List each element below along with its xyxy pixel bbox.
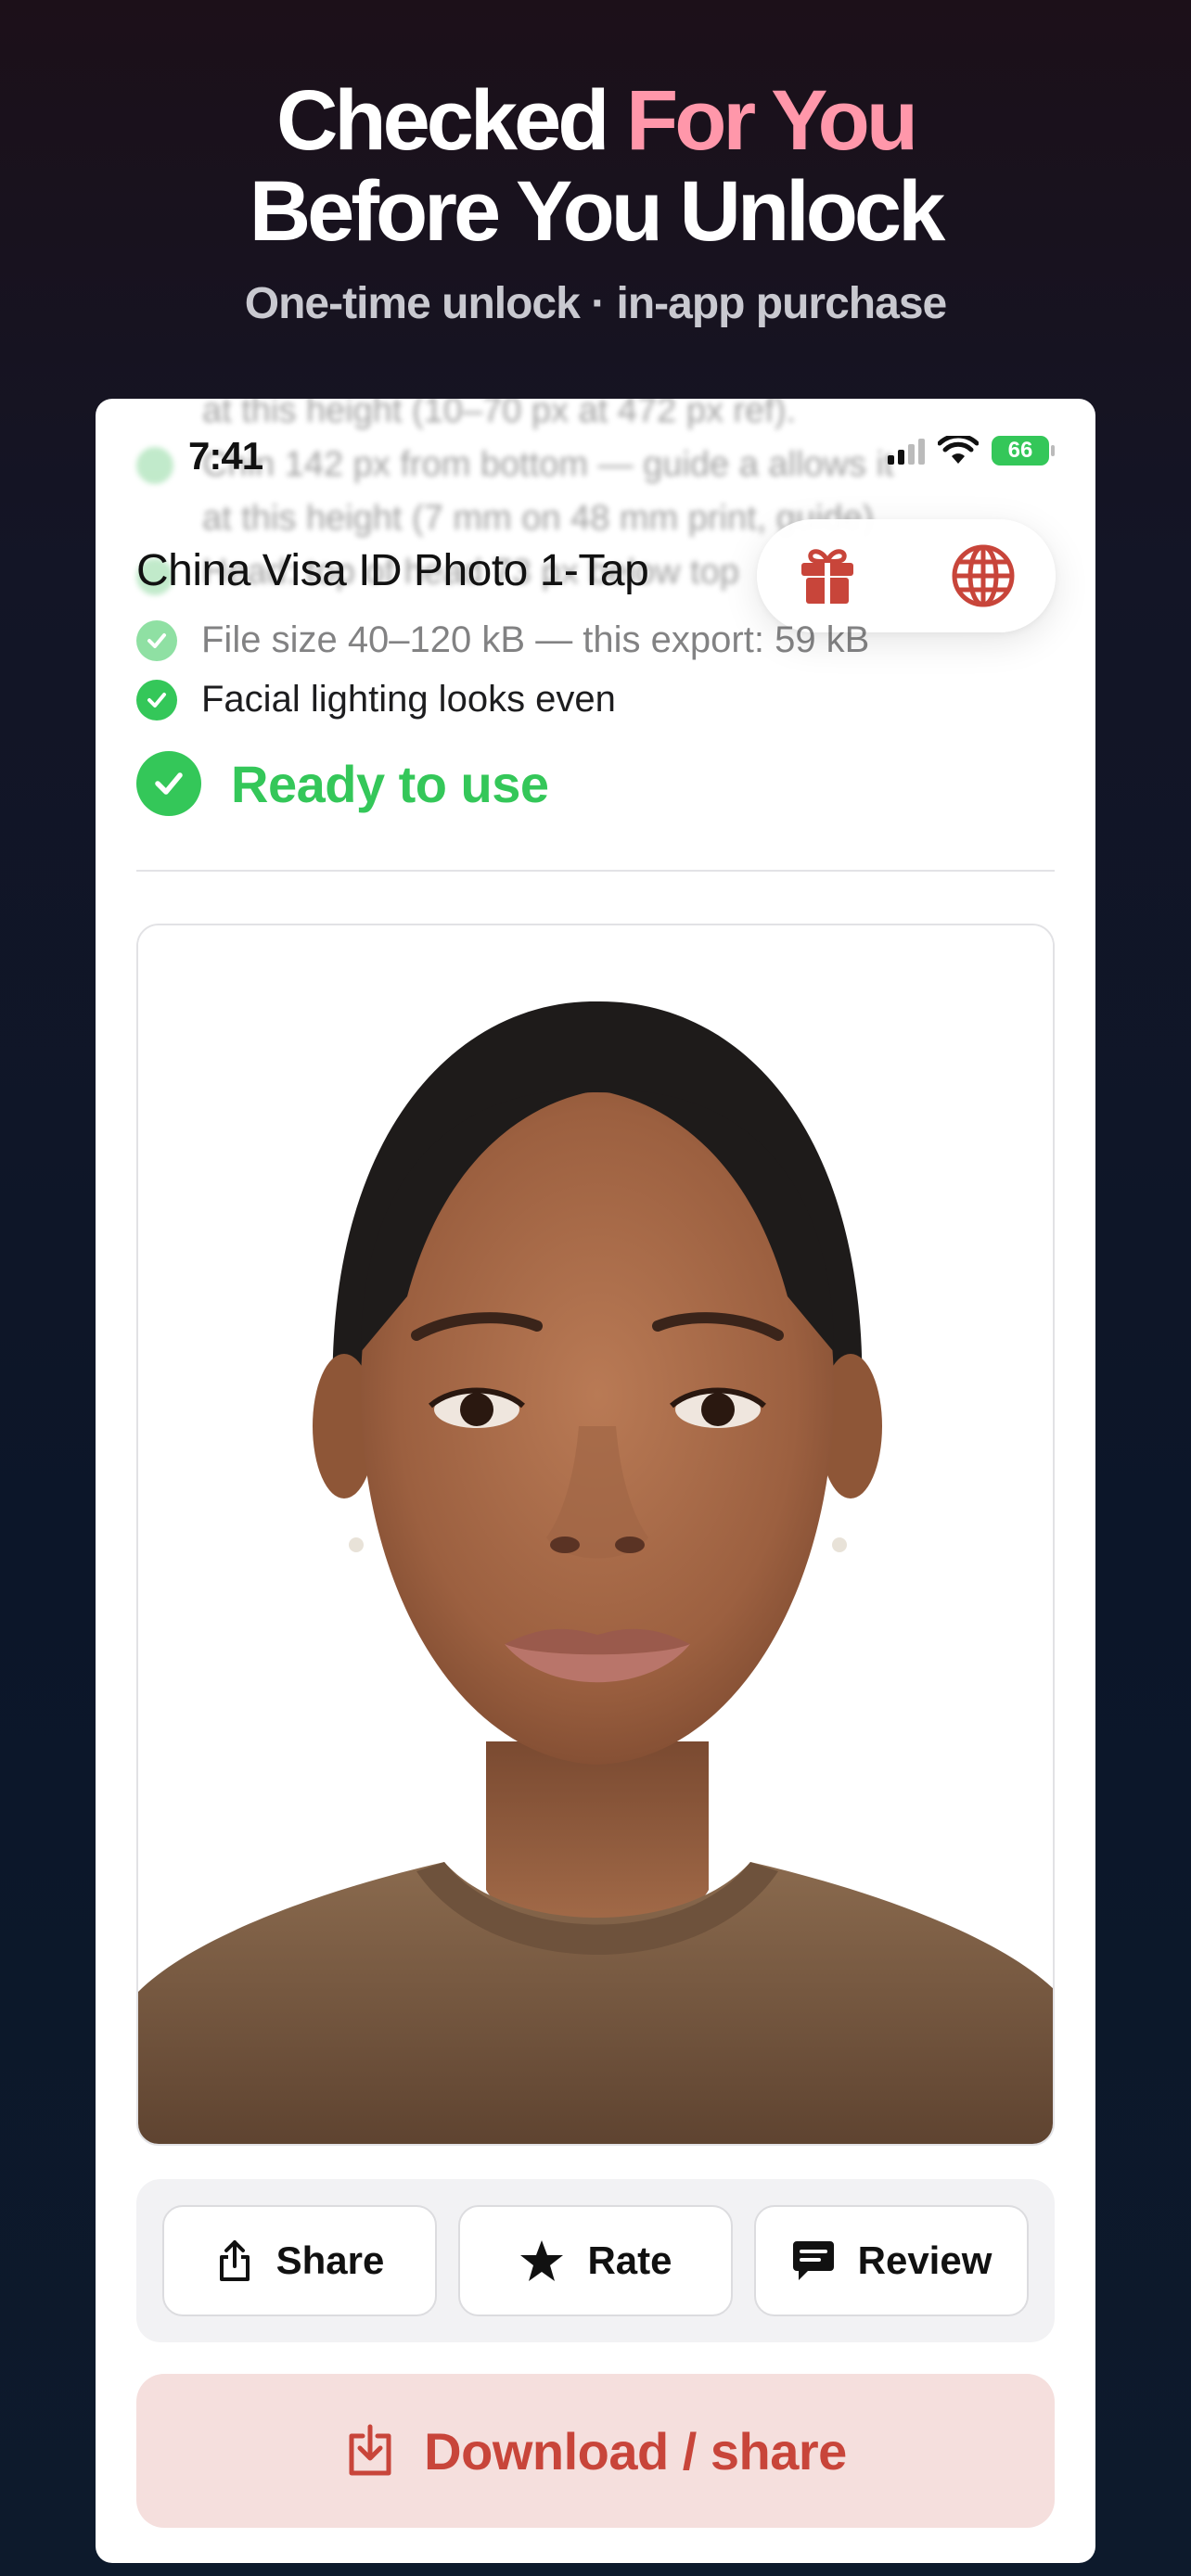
status-icons: 66	[888, 436, 1055, 465]
rate-label: Rate	[587, 2238, 672, 2282]
globe-icon	[952, 544, 1015, 607]
download-icon	[349, 2424, 391, 2476]
language-button[interactable]	[948, 541, 1018, 611]
hero-accent-text: For You	[626, 73, 918, 168]
ready-label: Ready to use	[231, 754, 549, 813]
share-label: Share	[275, 2238, 385, 2282]
cellular-signal-icon	[888, 437, 925, 465]
hero-subtitle: One-time unlock · in-app purchase	[244, 279, 947, 328]
hero-title-line-2: Before You Unlock	[249, 164, 946, 259]
page-title: China Visa ID Photo 1-Tap	[136, 546, 649, 595]
rate-button[interactable]: Rate	[458, 2205, 733, 2316]
blurred-text: at this height (7 mm on 48 mm print, gui…	[202, 499, 875, 538]
check-icon	[136, 679, 177, 721]
star-icon	[520, 2240, 564, 2281]
passport-photo-preview	[136, 924, 1055, 2146]
header-actions	[757, 519, 1056, 632]
wifi-icon	[938, 436, 979, 464]
divider	[136, 870, 1055, 872]
portrait-image	[138, 925, 1053, 2144]
share-button[interactable]: Share	[162, 2205, 437, 2316]
ready-status: Ready to use	[136, 751, 549, 816]
check-icon	[136, 619, 177, 661]
blurred-check-icon	[136, 447, 173, 484]
check-lighting: Facial lighting looks even	[136, 679, 616, 721]
phone-screen: at this height (10–70 px at 472 px ref).…	[96, 399, 1095, 2563]
blurred-text: Chin 142 px from bottom — guide a allows…	[202, 445, 894, 484]
download-label: Download / share	[424, 2421, 847, 2480]
blurred-text: at this height (10–70 px at 472 px ref).	[202, 399, 797, 430]
check-label: File size 40–120 kB — this export: 59 kB	[201, 619, 870, 660]
review-label: Review	[857, 2238, 992, 2282]
gift-button[interactable]	[792, 541, 863, 611]
status-time: 7:41	[188, 434, 263, 478]
battery-icon: 66	[992, 436, 1055, 465]
gift-icon	[801, 549, 853, 604]
share-icon	[219, 2240, 250, 2281]
action-bar: Share Rate Review	[136, 2179, 1055, 2342]
review-icon	[792, 2241, 834, 2280]
check-file-size: File size 40–120 kB — this export: 59 kB	[136, 619, 869, 661]
review-button[interactable]: Review	[754, 2205, 1029, 2316]
download-share-button[interactable]: Download / share	[136, 2374, 1055, 2528]
hero-title-line-1: Checked For You	[275, 73, 918, 168]
check-icon	[136, 751, 201, 816]
check-label: Facial lighting looks even	[201, 679, 616, 720]
